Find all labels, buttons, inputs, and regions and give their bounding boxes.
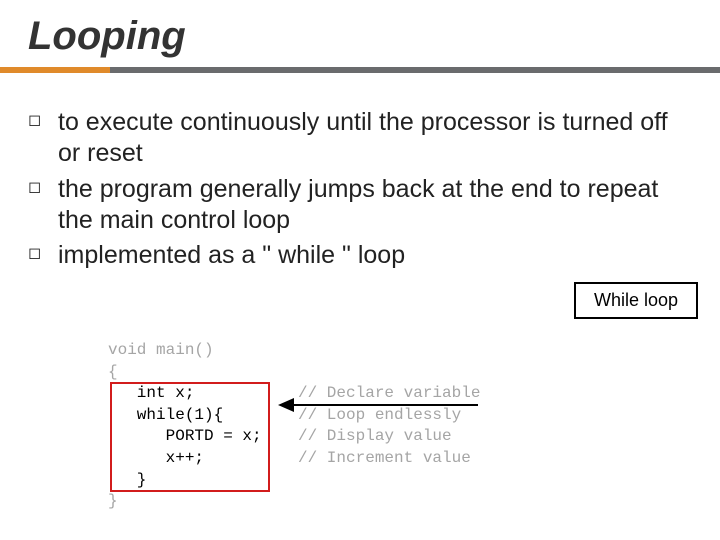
code-line: PORTD = x; <box>108 426 298 448</box>
code-block: void main() { int x; // Declare variable… <box>108 340 608 513</box>
callout-box: While loop <box>574 282 698 319</box>
bullet-item: ◻ to execute continuously until the proc… <box>58 107 692 170</box>
rule-accent <box>0 67 110 73</box>
code-comment: // Increment value <box>298 448 471 470</box>
code-comment: // Display value <box>298 426 452 448</box>
bullet-item: ◻ the program generally jumps back at th… <box>58 174 692 237</box>
code-line: } <box>108 491 298 513</box>
code-line: void main() <box>108 340 298 362</box>
code-comment: // Loop endlessly <box>298 405 461 427</box>
bullet-text: the program generally jumps back at the … <box>58 175 658 234</box>
code-line: { <box>108 362 298 384</box>
bullet-list: ◻ to execute continuously until the proc… <box>0 107 720 271</box>
bullet-text: to execute continuously until the proces… <box>58 108 668 167</box>
rule-main <box>110 67 720 73</box>
code-line: while(1){ <box>108 405 298 427</box>
bullet-text: implemented as a " while " loop <box>58 241 405 269</box>
bullet-marker-icon: ◻ <box>28 178 41 198</box>
code-comment: // Declare variable <box>298 383 480 405</box>
slide-title: Looping <box>0 0 720 67</box>
title-rule <box>0 67 720 73</box>
code-line: int x; <box>108 383 298 405</box>
code-line: } <box>108 470 298 492</box>
bullet-marker-icon: ◻ <box>28 244 41 264</box>
bullet-marker-icon: ◻ <box>28 111 41 131</box>
bullet-item: ◻ implemented as a " while " loop <box>58 240 692 271</box>
code-line: x++; <box>108 448 298 470</box>
